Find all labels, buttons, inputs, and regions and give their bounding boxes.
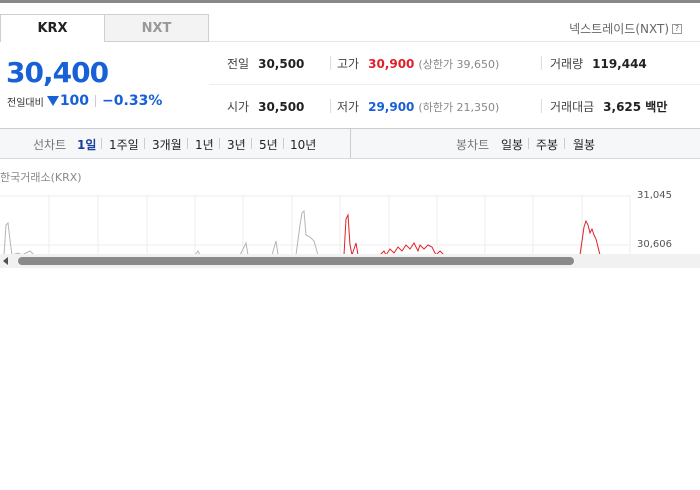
period-divider <box>101 138 102 149</box>
upper-limit: (상한가 39,650) <box>418 57 500 71</box>
tab-krx[interactable]: KRX <box>0 14 105 42</box>
chart-svg <box>0 195 631 255</box>
stat-divider <box>541 99 542 113</box>
stat-value: 30,500 <box>258 99 305 114</box>
change-label: 전일대비 <box>7 97 44 109</box>
change-amount: 100 <box>59 93 90 109</box>
nxt-info-link[interactable]: 넥스트레이드(NXT) ? <box>569 20 682 37</box>
intraday-chart[interactable]: 31,045 30,606 <box>0 185 700 255</box>
stat-value: 30,900 <box>368 56 415 71</box>
down-triangle-icon <box>46 96 59 106</box>
toolbar-divider <box>350 129 351 158</box>
stat-label: 시가 <box>227 100 250 114</box>
stat-divider <box>330 99 331 113</box>
nxt-link-label: 넥스트레이드(NXT) <box>569 22 669 36</box>
y-tick-mid: 30,606 <box>637 239 672 250</box>
stat-label: 전일 <box>227 57 250 71</box>
stat-high: 고가 30,900 (상한가 39,650) <box>337 55 499 72</box>
period-3y[interactable]: 3년 <box>227 136 246 153</box>
stat-low: 저가 29,900 (하한가 21,350) <box>337 98 499 115</box>
stat-value: 29,900 <box>368 99 415 114</box>
candle-weekly[interactable]: 주봉 <box>536 136 558 153</box>
candle-daily[interactable]: 일봉 <box>501 136 523 153</box>
stat-label: 거래량 <box>550 57 584 71</box>
scrollbar-thumb[interactable] <box>18 257 574 265</box>
period-divider <box>564 138 565 149</box>
stat-open: 시가 30,500 <box>227 98 304 115</box>
tab-underline <box>209 41 700 42</box>
stat-value: 3,625 백만 <box>603 100 668 114</box>
candle-chart-label: 봉차트 <box>456 138 490 152</box>
line-chart-label: 선차트 <box>33 138 67 152</box>
lower-limit: (하한가 21,350) <box>418 100 500 114</box>
period-divider <box>187 138 188 149</box>
period-divider <box>144 138 145 149</box>
y-tick-top: 31,045 <box>637 190 672 201</box>
price-change: 전일대비 100 −0.33% <box>7 93 162 109</box>
period-1y[interactable]: 1년 <box>195 136 214 153</box>
stat-value: 119,444 <box>592 56 647 71</box>
stat-prev-close: 전일 30,500 <box>227 55 304 72</box>
stat-label: 고가 <box>337 57 360 71</box>
period-divider <box>283 138 284 149</box>
period-5y[interactable]: 5년 <box>259 136 278 153</box>
top-border <box>0 0 700 3</box>
period-3m[interactable]: 3개월 <box>152 136 182 153</box>
stat-label: 거래대금 <box>550 100 595 114</box>
triangle-left-icon[interactable] <box>3 257 8 265</box>
price-line-red <box>343 213 601 255</box>
period-divider <box>528 138 529 149</box>
period-10y[interactable]: 10년 <box>290 136 316 153</box>
stat-divider <box>541 56 542 70</box>
chart-period-toolbar: 선차트 1일 1주일 3개월 1년 3년 5년 10년 봉차트 일봉 주봉 월봉 <box>0 128 700 159</box>
change-divider <box>95 95 97 107</box>
exchange-label: 한국거래소(KRX) <box>0 171 82 184</box>
stat-value: 30,500 <box>258 56 305 71</box>
stat-amount: 거래대금 3,625 백만 <box>550 98 667 115</box>
tab-nxt[interactable]: NXT <box>104 14 209 42</box>
stat-volume: 거래량 119,444 <box>550 55 647 72</box>
period-1d[interactable]: 1일 <box>77 136 96 153</box>
current-price: 30,400 <box>6 56 109 89</box>
stat-label: 저가 <box>337 100 360 114</box>
stat-divider <box>330 56 331 70</box>
chart-scrollbar[interactable] <box>0 254 700 268</box>
change-rate: −0.33% <box>102 93 163 109</box>
stats-row-divider <box>209 84 700 85</box>
question-box-icon[interactable]: ? <box>672 23 682 34</box>
period-divider <box>219 138 220 149</box>
period-1w[interactable]: 1주일 <box>109 136 139 153</box>
price-line-gray <box>3 209 340 255</box>
period-divider <box>251 138 252 149</box>
candle-monthly[interactable]: 월봉 <box>573 136 595 153</box>
